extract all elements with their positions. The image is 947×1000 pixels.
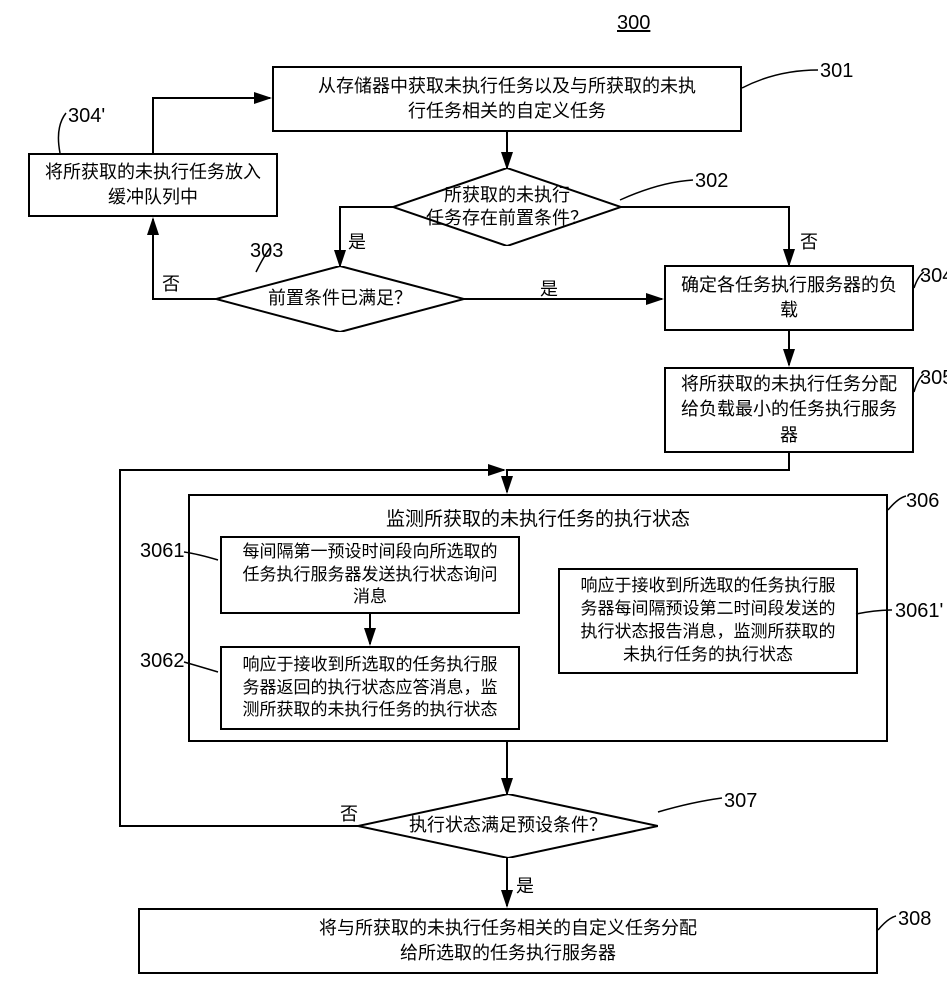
diamond-302-text: 所获取的未执行 任务存在前置条件？ [426, 184, 588, 231]
label-304: 304 [920, 265, 947, 288]
box-308: 将与所获取的未执行任务相关的自定义任务分配 给所选取的任务执行服务器 [138, 908, 878, 974]
box-308-text: 将与所获取的未执行任务相关的自定义任务分配 给所选取的任务执行服务器 [319, 916, 697, 966]
diamond-303: 前置条件已满足？ [216, 266, 464, 332]
edge-302-no: 否 [800, 228, 818, 254]
box-3061: 每间隔第一预设时间段向所选取的 任务执行服务器发送执行状态询问 消息 [220, 536, 520, 614]
box-301: 从存储器中获取未执行任务以及与所获取的未执 行任务相关的自定义任务 [272, 66, 742, 132]
diamond-307-text: 执行状态满足预设条件？ [409, 814, 607, 837]
box-306: 监测所获取的未执行任务的执行状态 每间隔第一预设时间段向所选取的 任务执行服务器… [188, 494, 888, 742]
label-302: 302 [695, 170, 728, 193]
label-304p: 304' [68, 105, 105, 128]
label-307: 307 [724, 790, 757, 813]
edge-302-yes: 是 [348, 228, 366, 254]
box-305: 将所获取的未执行任务分配 给负载最小的任务执行服务 器 [664, 367, 914, 453]
edge-307-yes: 是 [516, 872, 534, 898]
label-301: 301 [820, 60, 853, 83]
box-304p: 将所获取的未执行任务放入 缓冲队列中 [28, 153, 278, 217]
label-3062: 3062 [140, 650, 185, 673]
box-3062: 响应于接收到所选取的任务执行服 务器返回的执行状态应答消息，监 测所获取的未执行… [220, 646, 520, 730]
box-3062-text: 响应于接收到所选取的任务执行服 务器返回的执行状态应答消息，监 测所获取的未执行… [243, 654, 498, 723]
diamond-307: 执行状态满足预设条件？ [358, 794, 658, 858]
box-301-text: 从存储器中获取未执行任务以及与所获取的未执 行任务相关的自定义任务 [318, 74, 696, 124]
box-3061p-text: 响应于接收到所选取的任务执行服 务器每间隔预设第二时间段发送的 执行状态报告消息… [581, 575, 836, 667]
box-306-title: 监测所获取的未执行任务的执行状态 [190, 504, 886, 531]
edge-303-no: 否 [162, 270, 180, 296]
box-3061p: 响应于接收到所选取的任务执行服 务器每间隔预设第二时间段发送的 执行状态报告消息… [558, 568, 858, 674]
box-304p-text: 将所获取的未执行任务放入 缓冲队列中 [45, 160, 261, 210]
label-3061: 3061 [140, 540, 185, 563]
diamond-303-text: 前置条件已满足？ [268, 287, 412, 310]
label-305: 305 [920, 367, 947, 390]
label-308: 308 [898, 908, 931, 931]
diamond-302: 所获取的未执行 任务存在前置条件？ [393, 168, 621, 246]
box-3061-text: 每间隔第一预设时间段向所选取的 任务执行服务器发送执行状态询问 消息 [243, 541, 498, 610]
box-304-text: 确定各任务执行服务器的负 载 [681, 273, 897, 323]
box-304: 确定各任务执行服务器的负 载 [664, 265, 914, 331]
label-3061p: 3061' [895, 600, 943, 623]
edge-307-no: 否 [340, 800, 358, 826]
label-303: 303 [250, 240, 283, 263]
box-305-text: 将所获取的未执行任务分配 给负载最小的任务执行服务 器 [681, 372, 897, 448]
edge-303-yes: 是 [540, 275, 558, 301]
figure-ref: 300 [617, 12, 650, 35]
label-306: 306 [906, 490, 939, 513]
